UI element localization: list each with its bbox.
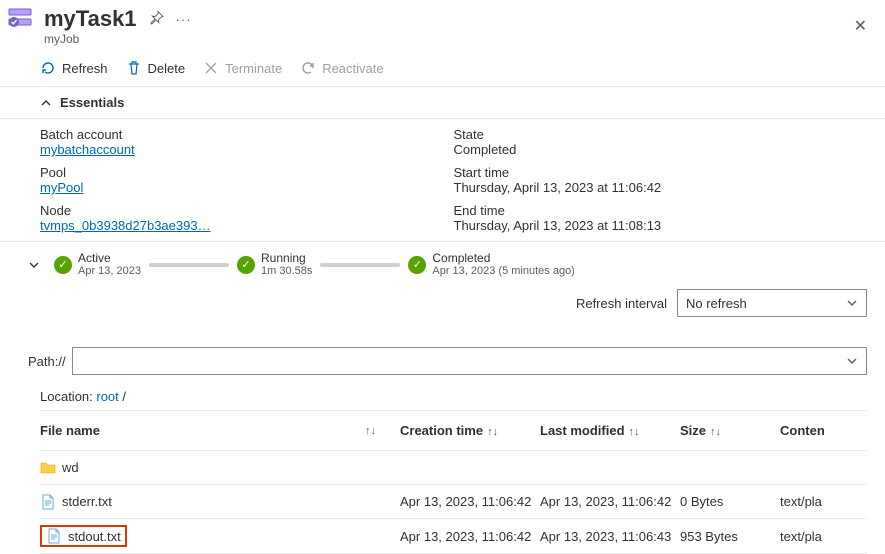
cell-ctime: Apr 13, 2023, 11:06:42 xyxy=(400,488,540,515)
end-time-value: Thursday, April 13, 2023 at 11:08:13 xyxy=(454,218,868,233)
cell-mtime: Apr 13, 2023, 11:06:42 xyxy=(540,488,680,515)
essentials-toggle[interactable]: Essentials xyxy=(0,87,885,119)
pool-label: Pool xyxy=(40,165,454,180)
table-row[interactable]: stdout.txt Apr 13, 2023, 11:06:42Apr 13, … xyxy=(40,519,867,554)
sort-icon[interactable]: ↑↓ xyxy=(365,425,376,437)
cell-size: 953 Bytes xyxy=(680,523,780,550)
task-icon xyxy=(8,6,36,30)
file-name: stdout.txt xyxy=(68,529,121,544)
col-name[interactable]: File name xyxy=(40,423,100,438)
col-content[interactable]: Conten xyxy=(780,423,825,438)
refresh-interval-dropdown[interactable]: No refresh xyxy=(677,289,867,317)
node-link[interactable]: tvmps_0b3938d27b3ae393… xyxy=(40,218,211,233)
col-ctime[interactable]: Creation time xyxy=(400,423,483,438)
reactivate-label: Reactivate xyxy=(322,61,383,76)
cell-ctime xyxy=(400,462,540,474)
toolbar: Refresh Delete Terminate Reactivate xyxy=(0,48,885,87)
start-time-value: Thursday, April 13, 2023 at 11:06:42 xyxy=(454,180,868,195)
file-name: wd xyxy=(62,460,79,475)
chevron-down-icon xyxy=(846,355,858,367)
chevron-down-icon[interactable] xyxy=(28,259,40,271)
cell-content: text/pla xyxy=(780,488,867,515)
essentials-header: Essentials xyxy=(60,95,124,110)
table-row[interactable]: wd xyxy=(40,451,867,485)
pool-link[interactable]: myPool xyxy=(40,180,83,195)
cell-ctime: Apr 13, 2023, 11:06:42 xyxy=(400,523,540,550)
file-name: stderr.txt xyxy=(62,494,112,509)
file-table: File name ↑↓ Creation time ↑↓ Last modifie… xyxy=(40,410,867,554)
cell-content xyxy=(780,462,867,474)
pin-icon[interactable] xyxy=(149,10,164,28)
breadcrumb-root[interactable]: root xyxy=(96,389,118,404)
chevron-down-icon xyxy=(846,297,858,309)
start-time-label: Start time xyxy=(454,165,868,180)
batch-account-link[interactable]: mybatchaccount xyxy=(40,142,135,157)
cell-mtime: Apr 13, 2023, 11:06:43 xyxy=(540,523,680,550)
node-label: Node xyxy=(40,203,454,218)
sort-icon[interactable]: ↑↓ xyxy=(710,426,721,438)
reactivate-button: Reactivate xyxy=(300,60,383,76)
cell-size xyxy=(680,462,780,474)
terminate-label: Terminate xyxy=(225,61,282,76)
delete-button[interactable]: Delete xyxy=(126,60,186,76)
cell-mtime xyxy=(540,462,680,474)
col-mtime[interactable]: Last modified xyxy=(540,423,625,438)
sort-icon[interactable]: ↑↓ xyxy=(629,426,640,438)
timeline: ✓ Active Apr 13, 2023 ✓ Running 1m 30.58… xyxy=(0,242,885,285)
essentials-grid: Batch account mybatchaccount Pool myPool… xyxy=(0,119,885,242)
refresh-button[interactable]: Refresh xyxy=(40,60,108,76)
sort-icon[interactable]: ↑↓ xyxy=(487,426,498,438)
close-icon[interactable]: ✕ xyxy=(854,16,867,36)
terminate-button: Terminate xyxy=(203,60,282,76)
refresh-interval-value: No refresh xyxy=(686,296,747,311)
check-icon: ✓ xyxy=(237,256,255,274)
state-label: State xyxy=(454,127,868,142)
table-row[interactable]: stderr.txt Apr 13, 2023, 11:06:42Apr 13, … xyxy=(40,485,867,519)
col-size[interactable]: Size xyxy=(680,423,706,438)
timeline-completed: ✓ Completed Apr 13, 2023 (5 minutes ago) xyxy=(408,252,574,277)
check-icon: ✓ xyxy=(54,256,72,274)
cell-content: text/pla xyxy=(780,523,867,550)
path-label: Path:// xyxy=(28,354,66,369)
state-value: Completed xyxy=(454,142,868,157)
timeline-running: ✓ Running 1m 30.58s xyxy=(237,252,312,277)
end-time-label: End time xyxy=(454,203,868,218)
check-icon: ✓ xyxy=(408,256,426,274)
more-icon[interactable]: ··· xyxy=(176,12,192,27)
refresh-interval-label: Refresh interval xyxy=(576,296,667,311)
cell-size: 0 Bytes xyxy=(680,488,780,515)
batch-account-label: Batch account xyxy=(40,127,454,142)
table-header: File name ↑↓ Creation time ↑↓ Last modifie… xyxy=(40,411,867,451)
breadcrumb: Location: root / xyxy=(0,385,885,410)
refresh-label: Refresh xyxy=(62,61,108,76)
subtitle: myJob xyxy=(44,32,854,46)
page-title: myTask1 xyxy=(44,6,137,32)
path-input[interactable] xyxy=(72,347,867,375)
timeline-active: ✓ Active Apr 13, 2023 xyxy=(54,252,141,277)
delete-label: Delete xyxy=(148,61,186,76)
chevron-up-icon xyxy=(40,97,52,109)
